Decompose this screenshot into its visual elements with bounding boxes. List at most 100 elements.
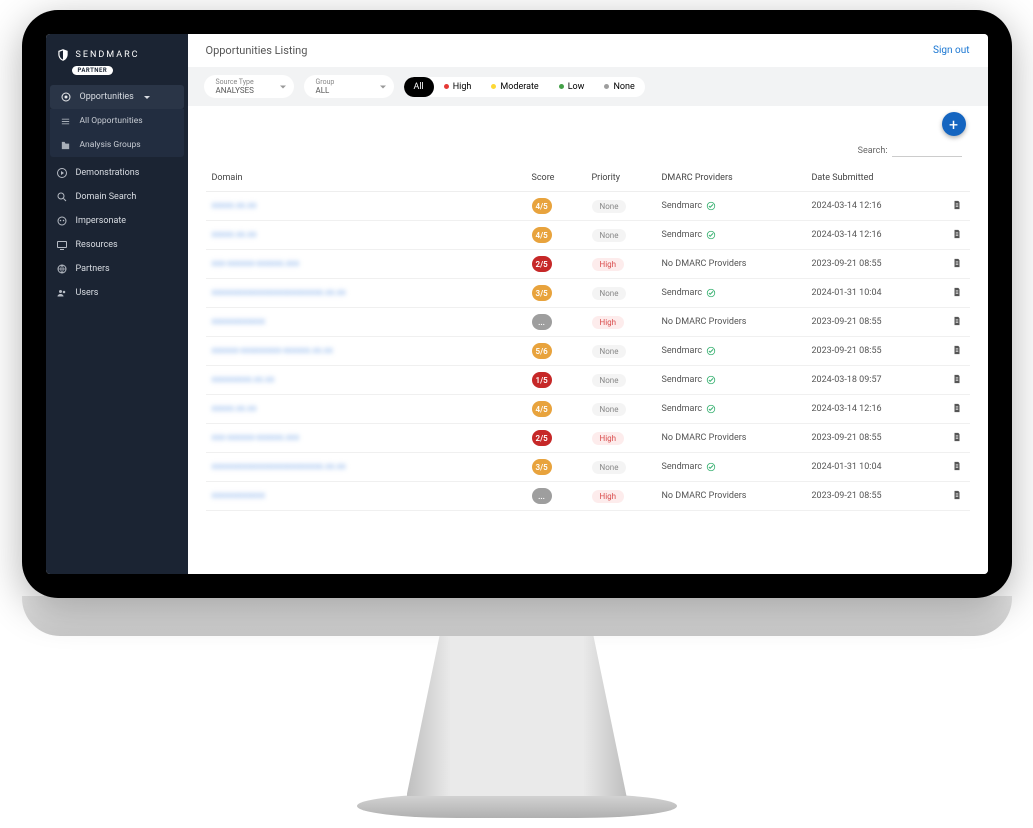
target-icon xyxy=(60,91,72,103)
source-type-select[interactable]: Source Type ANALYSES xyxy=(204,75,294,98)
mask-icon xyxy=(56,215,68,227)
nav-partners[interactable]: Partners xyxy=(46,257,188,281)
score-badge: 3/5 xyxy=(532,285,552,301)
col-priority[interactable]: Priority xyxy=(586,165,656,192)
chevron-down-icon xyxy=(144,96,150,99)
select-label: Group xyxy=(316,78,382,86)
sidebar: SENDMARC PARTNER Opportunities All Oppor… xyxy=(46,34,188,574)
brand: SENDMARC xyxy=(46,42,188,64)
brand-name: SENDMARC xyxy=(76,50,140,60)
row-action[interactable] xyxy=(946,482,970,511)
table-row[interactable]: xxxxxxxxxxxx...HighNo DMARC Providers202… xyxy=(206,308,970,337)
date-cell: 2024-01-31 10:04 xyxy=(806,453,946,482)
domain-cell: xxx-xxxxxx-xxxxxx.xxx xyxy=(212,433,300,443)
select-label: Source Type xyxy=(216,78,282,86)
table-row[interactable]: xxxxxx-xxxxxxxxx-xxxxxx.xx.xx5/6NoneSend… xyxy=(206,337,970,366)
dot-icon xyxy=(444,84,449,89)
check-circle-icon xyxy=(706,346,716,356)
check-circle-icon xyxy=(706,230,716,240)
priority-badge: None xyxy=(592,229,627,242)
document-icon[interactable] xyxy=(952,228,962,240)
document-icon[interactable] xyxy=(952,460,962,472)
document-icon[interactable] xyxy=(952,373,962,385)
pill-moderate[interactable]: Moderate xyxy=(481,77,548,97)
priority-badge: High xyxy=(592,490,625,503)
document-icon[interactable] xyxy=(952,344,962,356)
nav-users[interactable]: Users xyxy=(46,281,188,305)
priority-badge: None xyxy=(592,200,627,213)
col-submitted[interactable]: Date Submitted xyxy=(806,165,946,192)
filter-bar: Source Type ANALYSES Group ALL All High … xyxy=(188,67,988,106)
search-input[interactable] xyxy=(892,146,962,157)
date-cell: 2023-09-21 08:55 xyxy=(806,482,946,511)
pill-none[interactable]: None xyxy=(594,77,644,97)
table-row[interactable]: xxxxx.xx.xx4/5NoneSendmarc 2024-03-14 12… xyxy=(206,221,970,250)
chevron-down-icon xyxy=(280,85,286,88)
check-circle-icon xyxy=(706,375,716,385)
document-icon[interactable] xyxy=(952,286,962,298)
table-row[interactable]: xxx-xxxxxx-xxxxxx.xxx2/5HighNo DMARC Pro… xyxy=(206,250,970,279)
nav-sub: All Opportunities Analysis Groups xyxy=(50,109,184,157)
row-action[interactable] xyxy=(946,366,970,395)
date-cell: 2023-09-21 08:55 xyxy=(806,424,946,453)
document-icon[interactable] xyxy=(952,431,962,443)
document-icon[interactable] xyxy=(952,257,962,269)
document-icon[interactable] xyxy=(952,402,962,414)
table-row[interactable]: xxxxx.xx.xx4/5NoneSendmarc 2024-03-14 12… xyxy=(206,192,970,221)
priority-badge: High xyxy=(592,316,625,329)
row-action[interactable] xyxy=(946,308,970,337)
add-button[interactable]: + xyxy=(942,112,966,136)
sign-out-link[interactable]: Sign out xyxy=(933,45,969,56)
document-icon[interactable] xyxy=(952,315,962,327)
table-row[interactable]: xxxxxxxxxxxxxxxxxxxxxxxxx.xx.xx3/5NoneSe… xyxy=(206,453,970,482)
domain-cell: xxxxxxxxxxxxxxxxxxxxxxxxx.xx.xx xyxy=(212,288,346,298)
document-icon[interactable] xyxy=(952,489,962,501)
nav-opportunities[interactable]: Opportunities xyxy=(50,85,184,109)
pill-all[interactable]: All xyxy=(404,77,434,97)
folder-icon xyxy=(60,139,72,151)
date-cell: 2024-03-14 12:16 xyxy=(806,192,946,221)
table-row[interactable]: xxxxxxxxxxxxxxxxxxxxxxxxx.xx.xx3/5NoneSe… xyxy=(206,279,970,308)
domain-cell: xxxxx.xx.xx xyxy=(212,201,257,211)
col-score[interactable]: Score xyxy=(526,165,586,192)
table-row[interactable]: xxxxxxxxxxxx...HighNo DMARC Providers202… xyxy=(206,482,970,511)
nav-label: Domain Search xyxy=(76,192,137,202)
row-action[interactable] xyxy=(946,453,970,482)
nav-resources[interactable]: Resources xyxy=(46,233,188,257)
monitor-icon xyxy=(56,239,68,251)
score-badge: 1/5 xyxy=(532,372,552,388)
content: + Search: Domain Score Priority DMARC Pr… xyxy=(188,106,988,574)
date-cell: 2024-03-18 09:57 xyxy=(806,366,946,395)
nav-label: Opportunities xyxy=(80,92,134,102)
group-select[interactable]: Group ALL xyxy=(304,75,394,98)
row-action[interactable] xyxy=(946,192,970,221)
nav-all-opportunities[interactable]: All Opportunities xyxy=(50,109,184,133)
nav-impersonate[interactable]: Impersonate xyxy=(46,209,188,233)
chevron-down-icon xyxy=(380,85,386,88)
nav-demonstrations[interactable]: Demonstrations xyxy=(46,161,188,185)
partner-badge: PARTNER xyxy=(72,66,114,75)
nav-domain-search[interactable]: Domain Search xyxy=(46,185,188,209)
table-row[interactable]: xxxxx.xx.xx4/5NoneSendmarc 2024-03-14 12… xyxy=(206,395,970,424)
priority-badge: High xyxy=(592,258,625,271)
table-row[interactable]: xxxxxxxxx.xx.xx1/5NoneSendmarc 2024-03-1… xyxy=(206,366,970,395)
nav-analysis-groups[interactable]: Analysis Groups xyxy=(50,133,184,157)
search-icon xyxy=(56,191,68,203)
row-action[interactable] xyxy=(946,221,970,250)
pill-high[interactable]: High xyxy=(434,77,482,97)
row-action[interactable] xyxy=(946,337,970,366)
select-value: ANALYSES xyxy=(216,86,282,95)
table-row[interactable]: xxx-xxxxxx-xxxxxx.xxx2/5HighNo DMARC Pro… xyxy=(206,424,970,453)
pill-low[interactable]: Low xyxy=(549,77,595,97)
date-cell: 2023-09-21 08:55 xyxy=(806,337,946,366)
date-cell: 2023-09-21 08:55 xyxy=(806,250,946,279)
row-action[interactable] xyxy=(946,395,970,424)
document-icon[interactable] xyxy=(952,199,962,211)
domain-cell: xxxxxxxxx.xx.xx xyxy=(212,375,275,385)
col-domain[interactable]: Domain xyxy=(206,165,526,192)
col-providers[interactable]: DMARC Providers xyxy=(656,165,806,192)
provider-cell: No DMARC Providers xyxy=(662,491,800,501)
row-action[interactable] xyxy=(946,250,970,279)
row-action[interactable] xyxy=(946,279,970,308)
row-action[interactable] xyxy=(946,424,970,453)
